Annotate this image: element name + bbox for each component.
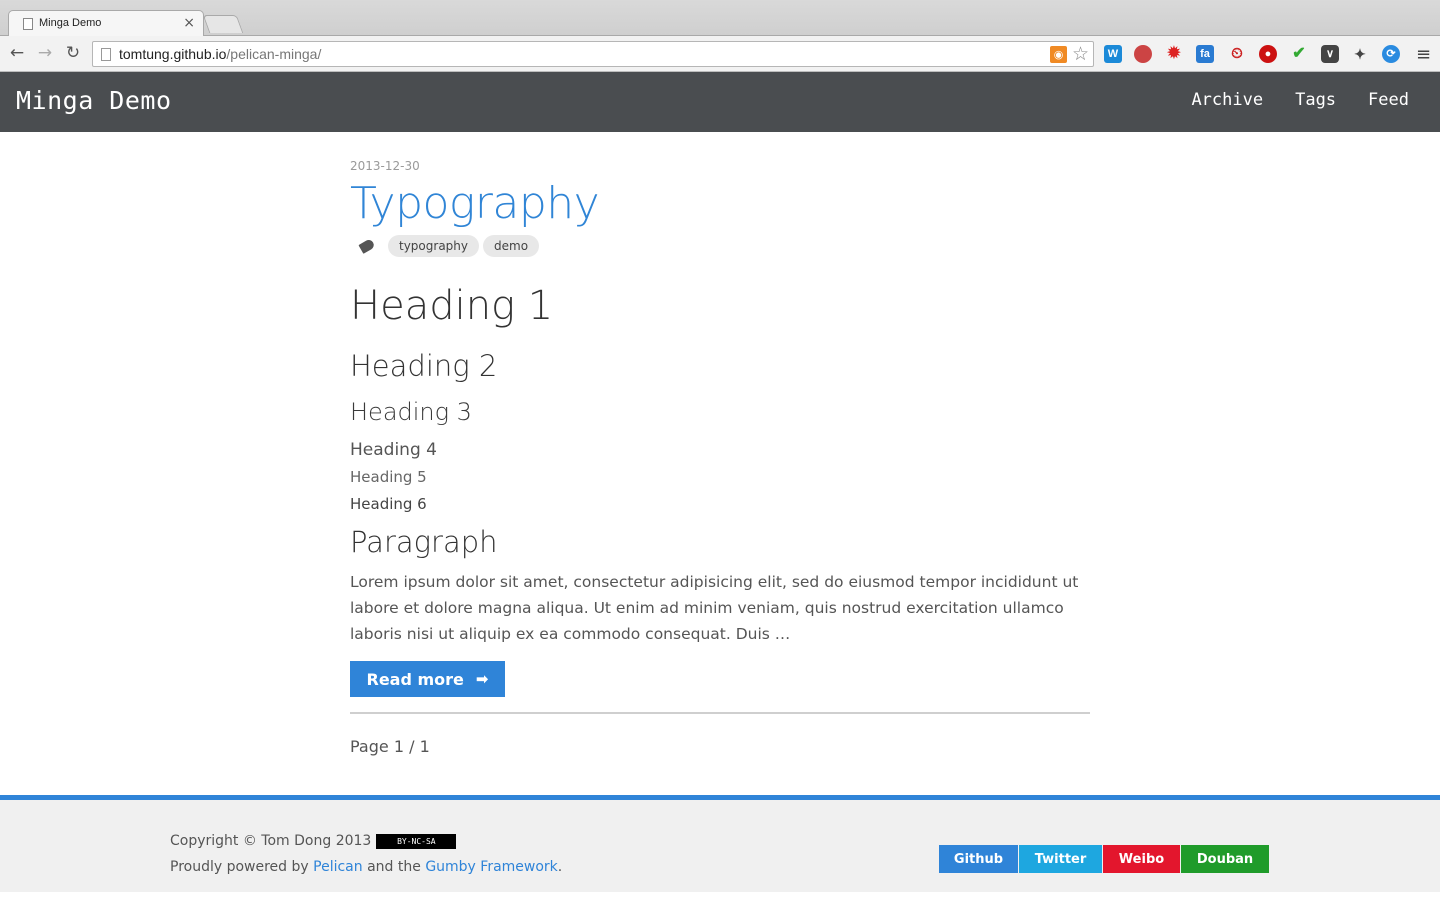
rss-icon[interactable]: ◉ (1050, 46, 1067, 63)
check-badge-icon[interactable]: ✔ (1290, 45, 1308, 63)
nav-tags-link[interactable]: Tags (1295, 90, 1336, 110)
chrome-menu-icon[interactable]: ≡ (1416, 44, 1431, 65)
tab-title: Minga Demo (39, 17, 102, 29)
twitter-button[interactable]: Twitter (1019, 845, 1102, 873)
heading-2: Heading 2 (350, 349, 498, 383)
github-button[interactable]: Github (939, 845, 1018, 873)
tomato-icon[interactable] (1134, 45, 1152, 63)
site-nav: Archive Tags Feed (1191, 90, 1409, 110)
browser-tab[interactable]: Minga Demo × (8, 10, 204, 36)
read-more-label: Read more (366, 669, 464, 689)
powered-suffix: . (557, 859, 563, 875)
close-tab-icon[interactable]: × (183, 15, 195, 31)
divider (350, 712, 1090, 714)
pocket-icon[interactable]: ∨ (1321, 45, 1339, 63)
site-header: Minga Demo Archive Tags Feed (0, 72, 1440, 132)
article-title-link[interactable]: Typography (350, 178, 600, 229)
timer-badge-icon[interactable]: ⏲ (1228, 45, 1246, 63)
stop-icon[interactable]: ● (1259, 45, 1277, 63)
page-icon (23, 18, 33, 30)
copyright: Copyright © Tom Dong 2013 BY-NC-SA (170, 833, 457, 849)
powered-middle: and the (367, 859, 421, 875)
site-footer: Copyright © Tom Dong 2013 BY-NC-SA Proud… (0, 795, 1440, 892)
reload-icon[interactable]: ↻ (62, 42, 84, 64)
new-tab-button[interactable] (202, 15, 244, 33)
social-links: Github Twitter Weibo Douban (939, 845, 1270, 873)
cc-license-badge[interactable]: BY-NC-SA (376, 833, 457, 849)
article-excerpt: Lorem ipsum dolor sit amet, consectetur … (350, 573, 1079, 643)
browser-toolbar: ← → ↻ tomtung.github.io/pelican-minga/ ◉… (0, 36, 1440, 72)
fa-icon[interactable]: fa (1196, 45, 1214, 63)
page-bottom-edge (0, 892, 1440, 900)
tag-typography[interactable]: typography (388, 235, 479, 257)
bird-icon[interactable]: ✦ (1351, 45, 1369, 63)
heading-4: Heading 4 (350, 440, 437, 460)
nav-archive-link[interactable]: Archive (1191, 90, 1263, 110)
powered-prefix: Proudly powered by (170, 859, 309, 875)
gumby-link[interactable]: Gumby Framework (425, 859, 557, 875)
read-more-button[interactable]: Read more ➡ (350, 661, 505, 697)
douban-button[interactable]: Douban (1181, 845, 1269, 873)
powered-by: Proudly powered by Pelican and the Gumby… (170, 859, 562, 875)
article-date: 2013-12-30 (350, 159, 420, 173)
browser-tab-strip: Minga Demo × (0, 0, 1440, 36)
weibo-button[interactable]: Weibo (1103, 845, 1180, 873)
site-brand[interactable]: Minga Demo (16, 86, 172, 115)
heading-6: Heading 6 (350, 495, 427, 513)
tag-list: typography demo (350, 235, 543, 257)
page-icon (101, 48, 111, 61)
address-bar[interactable]: tomtung.github.io/pelican-minga/ ◉ ☆ (92, 41, 1094, 67)
url-text: tomtung.github.io/pelican-minga/ (119, 46, 322, 62)
pagination-text: Page 1 / 1 (350, 737, 430, 756)
heading-5: Heading 5 (350, 468, 427, 486)
heading-3: Heading 3 (350, 398, 472, 426)
word-icon[interactable]: W (1104, 45, 1122, 63)
tag-icon (358, 238, 376, 254)
gear-red-icon[interactable]: ✹ (1165, 45, 1183, 63)
tag-demo[interactable]: demo (483, 235, 540, 257)
heading-1: Heading 1 (350, 283, 554, 329)
nav-feed-link[interactable]: Feed (1368, 90, 1409, 110)
pelican-link[interactable]: Pelican (313, 859, 363, 875)
sync-icon[interactable]: ⟳ (1382, 45, 1400, 63)
copyright-text: Copyright © Tom Dong 2013 (170, 833, 372, 849)
bookmark-star-icon[interactable]: ☆ (1072, 43, 1089, 65)
forward-arrow-icon[interactable]: → (34, 42, 56, 64)
paragraph-heading: Paragraph (350, 525, 498, 559)
arrow-right-icon: ➡ (475, 670, 489, 688)
back-arrow-icon[interactable]: ← (6, 42, 28, 64)
